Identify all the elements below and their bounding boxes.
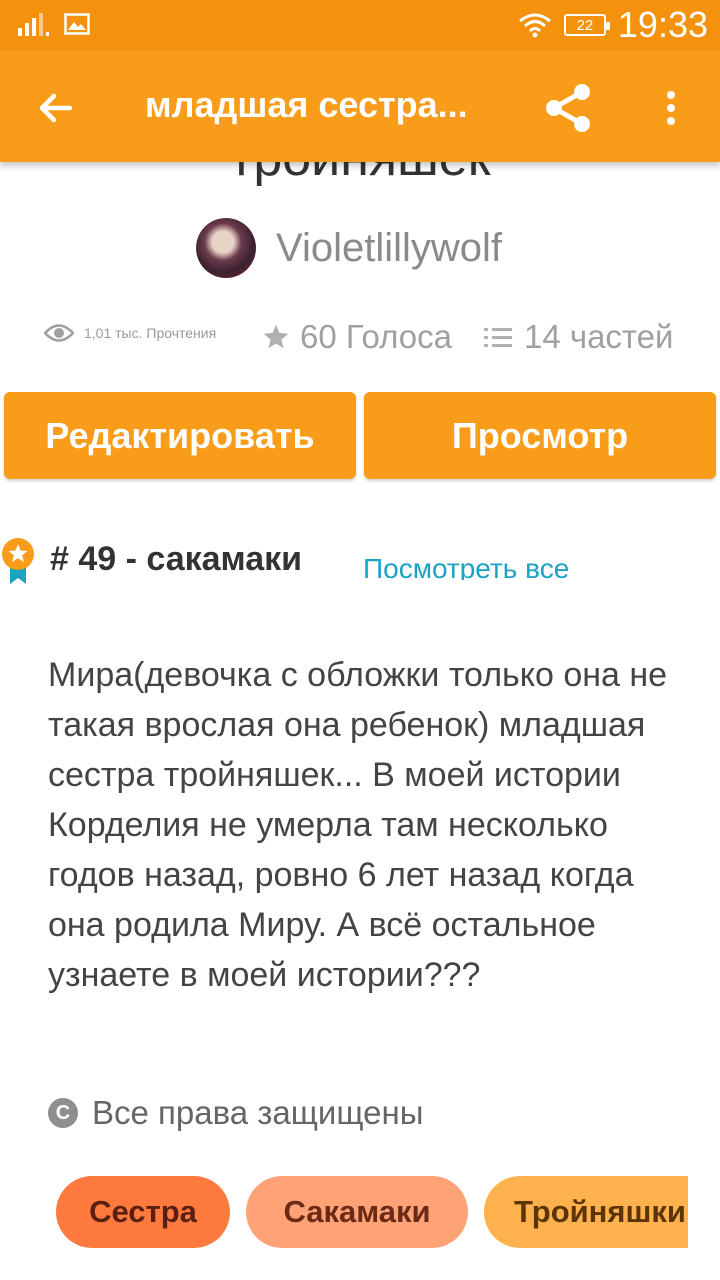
copyright-row: C Все права защищены (48, 1094, 423, 1132)
author-name[interactable]: Violetlillywolf (276, 226, 502, 271)
wifi-icon (518, 13, 551, 38)
share-icon[interactable] (540, 80, 596, 136)
copyright-text: Все права защищены (92, 1094, 424, 1131)
tag-list: Сестра Сакамаки Тройняшки (0, 1176, 688, 1248)
status-time: 19:33 (617, 4, 708, 45)
tag-chip[interactable]: Сестра (56, 1176, 230, 1248)
story-description: Мира(девочка с обложки только она не так… (48, 656, 668, 994)
reads-stat: 1,01 тыс. Прочтения (44, 322, 216, 344)
copyright-icon: C (48, 1098, 78, 1128)
parts-stat: 14 частей (484, 318, 673, 356)
status-bar: 22 19:33 (0, 0, 720, 50)
star-icon (263, 324, 289, 349)
author-row[interactable]: Violetlillywolf (196, 218, 502, 278)
back-arrow-icon[interactable] (34, 86, 78, 130)
rank-row: # 49 - сакамаки Посмотреть все (0, 532, 720, 592)
image-notification-icon (64, 13, 90, 35)
see-all-link[interactable]: Посмотреть все (363, 552, 569, 580)
medal-icon (2, 538, 34, 584)
rank-text: # 49 - сакамаки (50, 540, 303, 578)
avatar[interactable] (196, 218, 256, 278)
parts-count: 14 частей (524, 318, 674, 355)
battery-level: 22 (576, 16, 594, 34)
tag-chip[interactable]: Сакамаки (246, 1176, 468, 1248)
view-button[interactable]: Просмотр (364, 392, 716, 479)
votes-count: 60 Голоса (300, 318, 452, 355)
app-bar-title: младшая сестра... (145, 84, 468, 125)
battery-icon: 22 (563, 14, 610, 36)
tag-chip[interactable]: Тройняшки (484, 1176, 688, 1248)
list-icon (484, 328, 512, 347)
story-stats: 1,01 тыс. Прочтения 60 Голоса 14 частей (44, 318, 694, 368)
edit-button[interactable]: Редактировать (4, 392, 356, 479)
more-vert-icon[interactable] (656, 88, 686, 128)
app-bar: младшая сестра... (0, 50, 720, 162)
eye-icon (44, 324, 74, 342)
votes-stat: 60 Голоса (262, 318, 452, 356)
signal-icon (18, 13, 49, 36)
reads-count: 1,01 тыс. Прочтения (84, 325, 217, 341)
